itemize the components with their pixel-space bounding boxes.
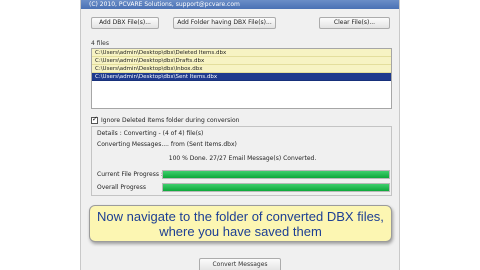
add-folder-button[interactable]: Add Folder having DBX File(s)... bbox=[173, 17, 276, 29]
overall-progress-fill bbox=[163, 184, 389, 191]
files-count: 4 files bbox=[91, 40, 109, 47]
left-margin bbox=[0, 0, 80, 270]
copyright-text: (C) 2010, PCVARE Solutions, support@pcva… bbox=[89, 1, 240, 8]
tutorial-callout: Now navigate to the folder of converted … bbox=[89, 205, 392, 242]
ignore-deleted-option[interactable]: ✓ Ignore Deleted Items folder during con… bbox=[91, 115, 240, 125]
details-title: Details : Converting - (4 of 4) file(s) bbox=[97, 130, 204, 137]
file-list[interactable]: C:\Users\admin\Desktop\dbx\Deleted Items… bbox=[91, 48, 392, 109]
current-file-progress-label: Current File Progress : bbox=[97, 171, 163, 178]
converting-message: Converting Messages.... from (Sent Items… bbox=[97, 141, 237, 148]
ignore-deleted-label: Ignore Deleted Items folder during conve… bbox=[101, 117, 240, 124]
file-list-item[interactable]: C:\Users\admin\Desktop\dbx\Deleted Items… bbox=[92, 49, 391, 57]
details-panel: Details : Converting - (4 of 4) file(s) … bbox=[91, 126, 392, 196]
ignore-deleted-checkbox[interactable]: ✓ bbox=[91, 115, 98, 124]
overall-progress-bar bbox=[162, 183, 390, 192]
add-dbx-files-button[interactable]: Add DBX File(s)... bbox=[91, 17, 159, 29]
convert-messages-button[interactable]: Convert Messages bbox=[199, 258, 281, 270]
file-list-item-selected[interactable]: C:\Users\admin\Desktop\dbx\Sent Items.db… bbox=[92, 73, 391, 81]
file-list-item[interactable]: C:\Users\admin\Desktop\dbx\Drafts.dbx bbox=[92, 57, 391, 65]
done-message: 100 % Done. 27/27 Email Message(s) Conve… bbox=[168, 155, 317, 162]
current-file-progress-fill bbox=[163, 171, 389, 178]
right-margin bbox=[400, 0, 480, 270]
current-file-progress-bar bbox=[162, 170, 390, 179]
clear-files-button[interactable]: Clear File(s)... bbox=[319, 17, 390, 29]
header-strip: (C) 2010, PCVARE Solutions, support@pcva… bbox=[81, 0, 399, 9]
check-icon: ✓ bbox=[92, 115, 98, 123]
overall-progress-label: Overall Progress bbox=[97, 184, 146, 191]
file-list-item[interactable]: C:\Users\admin\Desktop\dbx\Inbox.dbx bbox=[92, 65, 391, 73]
